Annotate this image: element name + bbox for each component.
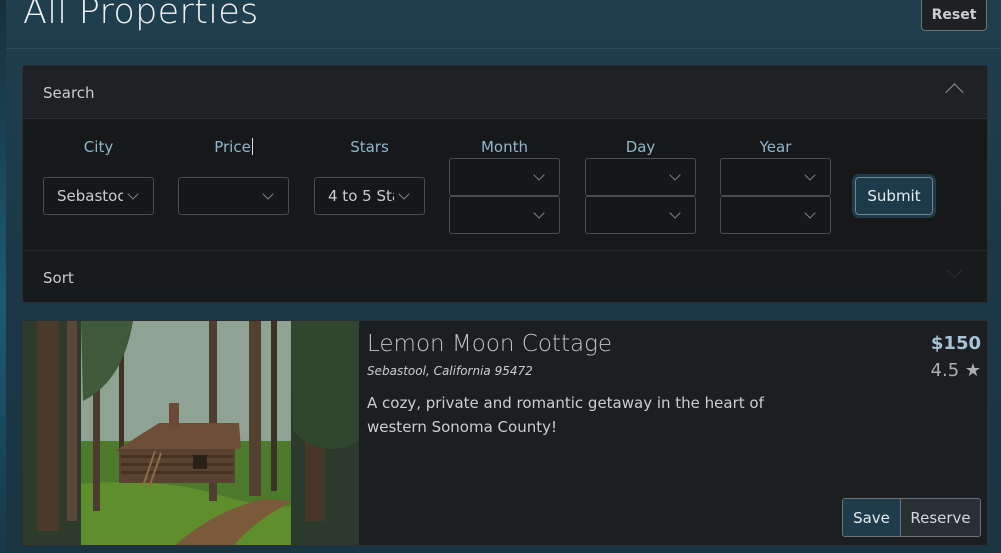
search-panel-header[interactable]: Search [23,66,987,119]
year-from-select[interactable] [720,158,831,196]
reset-button[interactable]: Reset [921,0,987,31]
month-from-select[interactable] [449,158,560,196]
sort-panel-header[interactable]: Sort [23,250,987,302]
city-label: City [83,138,114,156]
chevron-down-icon [398,188,410,200]
stars-select[interactable]: 4 to 5 Stars [314,177,425,215]
property-price: $150 [930,333,981,354]
submit-button[interactable]: Submit [855,177,933,215]
search-panel: Search City Sebastool Price Stars 4 to 5… [22,65,988,303]
chevron-down-icon [804,169,816,181]
save-button[interactable]: Save [843,499,901,536]
page: All Properties Reset Search City Sebasto… [6,0,1001,553]
day-from-select[interactable] [585,158,696,196]
reserve-button[interactable]: Reserve [901,499,980,536]
property-description: A cozy, private and romantic getaway in … [367,394,764,436]
price-label: Price [214,138,253,156]
property-card: Lemon Moon Cottage Sebastool, California… [22,320,988,546]
day-to-select[interactable] [585,196,696,234]
search-heading: Search [43,84,95,102]
stars-label: Stars [350,138,389,156]
card-action-group: Save Reserve [842,498,981,537]
city-select[interactable]: Sebastool [43,177,154,215]
chevron-down-icon [533,169,545,181]
chevron-down-icon [262,188,274,200]
month-label: Month [480,138,528,156]
property-rating: 4.5 ★ [930,360,981,381]
city-value: Sebastool [57,187,123,205]
stars-value: 4 to 5 Stars [328,187,394,205]
price-select[interactable] [178,177,289,215]
year-to-select[interactable] [720,196,831,234]
text-cursor [251,138,253,155]
chevron-down-icon [127,188,139,200]
year-label: Year [759,138,792,156]
property-name[interactable]: Lemon Moon Cottage [367,331,612,357]
chevron-down-icon [804,207,816,219]
property-photo [23,321,359,545]
day-label: Day [625,138,656,156]
chevron-down-icon [669,169,681,181]
page-title: All Properties [23,0,259,32]
chevron-down-icon [533,207,545,219]
chevron-up-icon[interactable] [945,83,964,102]
property-location: Sebastool, California 95472 [367,364,533,378]
sort-heading: Sort [43,269,74,287]
cabin-in-forest-image [23,321,359,545]
chevron-down-icon [669,207,681,219]
chevron-down-icon[interactable] [946,262,963,279]
month-to-select[interactable] [449,196,560,234]
header-divider [6,48,1001,49]
